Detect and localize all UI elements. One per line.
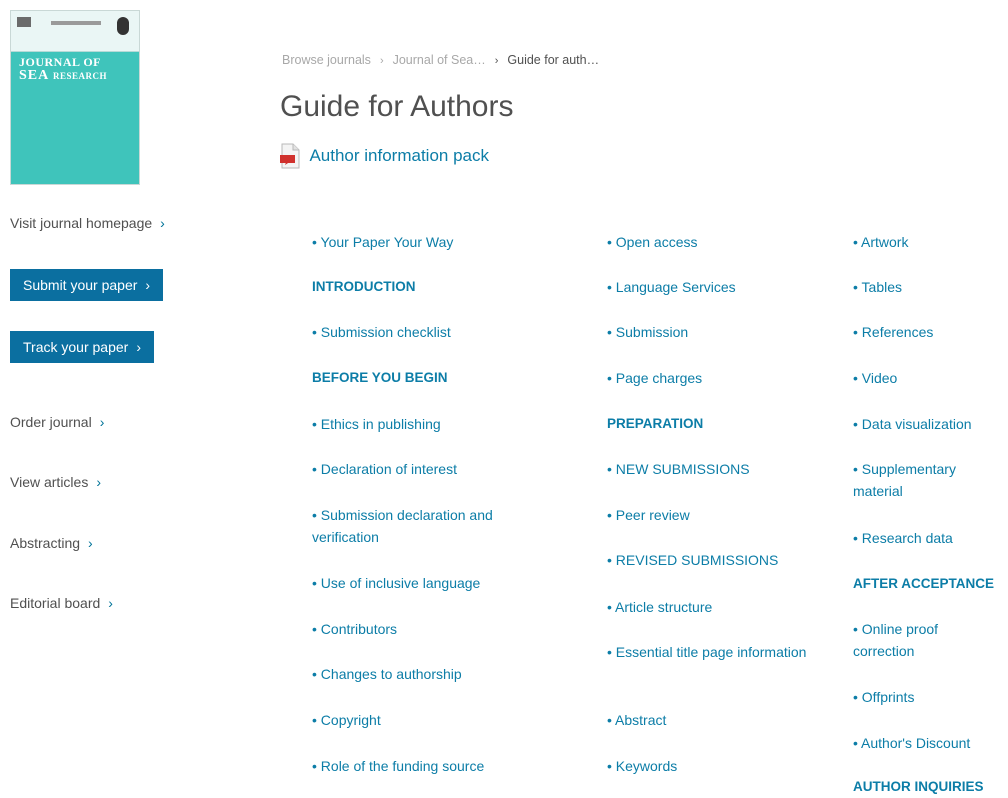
toc-link-artwork[interactable]: • Artwork [853,231,1003,253]
toc-link-supplementary-material[interactable]: • Supplementary material [853,458,1003,502]
breadcrumb-separator: › [494,55,499,67]
toc-heading-after-acceptance[interactable]: AFTER ACCEPTANCE [853,573,1003,595]
cover-logo-icon [17,17,31,27]
toc-link-open-access[interactable]: • Open access [607,231,822,253]
view-articles-label: View articles [10,474,89,490]
order-journal-link[interactable]: Order journal › [10,414,104,430]
breadcrumb-browse-journals[interactable]: Browse journals [282,53,371,67]
toc-link-video[interactable]: • Video [853,367,1003,389]
toc-link-copyright[interactable]: • Copyright [312,709,542,731]
toc-link-funding-source[interactable]: • Role of the funding source [312,755,542,777]
journal-cover[interactable]: JOURNAL OF SEA RESEARCH [10,10,140,185]
track-paper-button[interactable]: Track your paper › [10,331,154,363]
track-paper-label: Track your paper [23,339,129,355]
toc-link-your-paper-your-way[interactable]: • Your Paper Your Way [312,231,542,253]
toc-link-submission-checklist[interactable]: • Submission checklist [312,321,542,343]
toc-link-new-submissions[interactable]: • NEW SUBMISSIONS [607,458,822,480]
chevron-right-icon: › [96,474,101,490]
visit-homepage-label: Visit journal homepage [10,215,153,231]
author-pack-link[interactable]: Author information pack [279,143,489,169]
toc-link-submission-declaration[interactable]: • Submission declaration and verificatio… [312,504,542,548]
toc-link-language-services[interactable]: • Language Services [607,276,822,298]
toc-link-offprints[interactable]: • Offprints [853,686,1003,708]
editorial-board-label: Editorial board [10,595,101,611]
toc-link-references[interactable]: • References [853,321,1003,343]
chevron-right-icon: › [99,414,105,430]
view-articles-link[interactable]: View articles › [10,474,101,490]
chevron-right-icon: › [160,215,165,231]
toc-link-page-charges[interactable]: • Page charges [607,367,822,389]
abstracting-link[interactable]: Abstracting › [10,535,93,551]
toc-link-submission[interactable]: • Submission [607,321,822,343]
toc-link-research-data[interactable]: • Research data [853,527,1003,549]
toc-heading-introduction[interactable]: INTRODUCTION [312,276,542,298]
toc-link-title-page-information[interactable]: • Essential title page information [607,641,822,663]
author-pack-label: Author information pack [309,146,489,165]
toc-link-peer-review[interactable]: • Peer review [607,504,822,526]
visit-homepage-link[interactable]: Visit journal homepage › [10,215,165,231]
cover-top-band [11,11,139,52]
order-journal-label: Order journal [10,414,92,430]
page-title: Guide for Authors [280,90,514,123]
breadcrumb-separator: › [379,55,384,67]
cover-divider [51,21,101,25]
submit-paper-label: Submit your paper [23,277,138,293]
toc-link-online-proof-correction[interactable]: • Online proof correction [853,618,1003,662]
chevron-right-icon: › [145,277,151,293]
publisher-logo-icon [117,17,129,35]
cover-title-line1: JOURNAL OF [19,55,102,69]
pdf-icon [280,143,300,169]
toc-heading-preparation[interactable]: PREPARATION [607,413,822,435]
breadcrumb: Browse journals › Journal of Sea… › Guide fo… [282,53,599,67]
submit-paper-button[interactable]: Submit your paper › [10,269,164,301]
toc-link-revised-submissions[interactable]: • REVISED SUBMISSIONS [607,549,822,571]
toc-link-abstract[interactable]: • Abstract [607,709,822,731]
toc-link-authors-discount[interactable]: • Author's Discount [853,732,1003,754]
toc-link-changes-to-authorship[interactable]: • Changes to authorship [312,663,542,685]
cover-title-line2: SEA RESEARCH [19,68,107,83]
toc-link-ethics[interactable]: • Ethics in publishing [312,413,542,435]
toc-link-contributors[interactable]: • Contributors [312,618,542,640]
abstracting-label: Abstracting [10,535,81,551]
toc-link-keywords[interactable]: • Keywords [607,755,822,777]
toc-link-tables[interactable]: • Tables [853,276,1003,298]
chevron-right-icon: › [88,535,93,551]
breadcrumb-current: Guide for auth… [507,53,600,67]
toc-heading-author-inquiries[interactable]: AUTHOR INQUIRIES [853,776,1003,798]
toc-link-data-visualization[interactable]: • Data visualization [853,413,1003,435]
editorial-board-link[interactable]: Editorial board › [10,595,113,611]
toc-link-inclusive-language[interactable]: • Use of inclusive language [312,572,542,594]
chevron-right-icon: › [108,595,113,611]
toc-link-article-structure[interactable]: • Article structure [607,596,822,618]
toc-heading-before-you-begin[interactable]: BEFORE YOU BEGIN [312,367,542,389]
chevron-right-icon: › [136,339,141,355]
breadcrumb-journal[interactable]: Journal of Sea… [393,53,486,67]
toc-link-declaration-of-interest[interactable]: • Declaration of interest [312,458,542,480]
